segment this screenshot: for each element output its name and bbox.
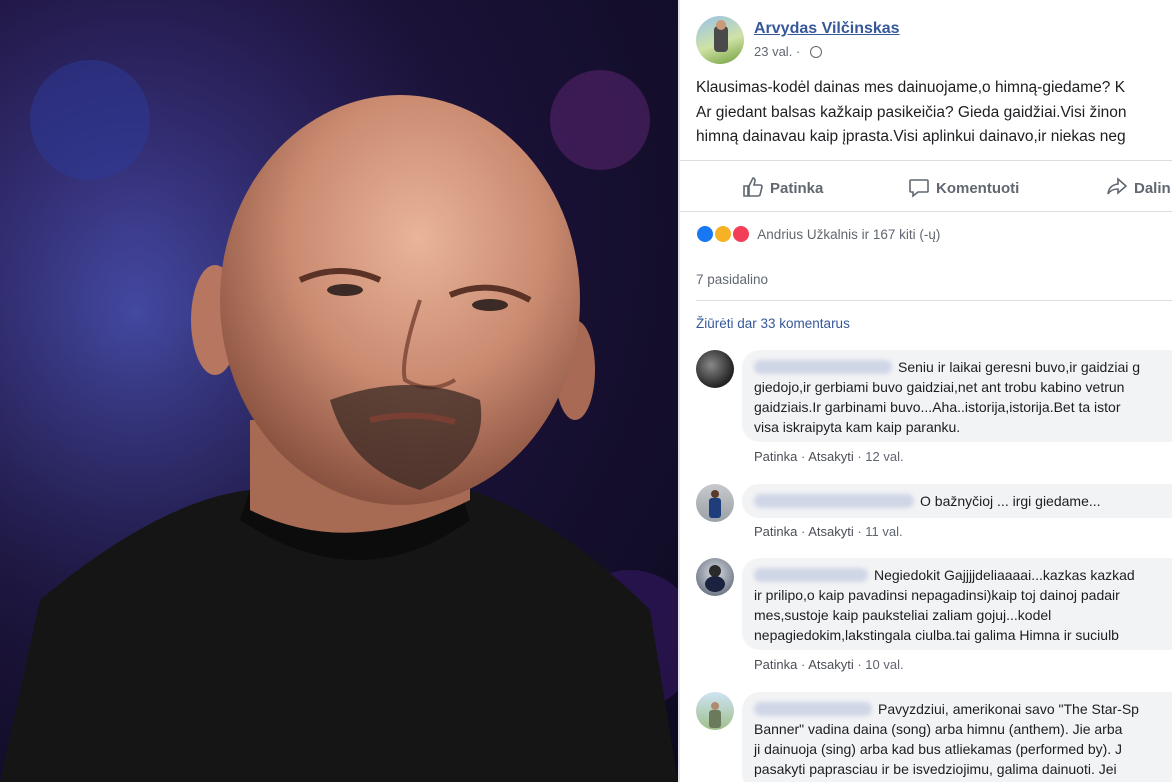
comment-text: O bažnyčioj ... irgi giedame... [920,493,1101,509]
comment-text: visa iskraipyta kam kaip paranku. [754,419,961,435]
commenter-name-blurred[interactable] [754,568,868,582]
comment-actions: Patinka · Atsakyti · 10 val. [754,657,904,672]
comment-time[interactable]: 12 val. [865,449,903,464]
globe-icon [809,46,822,58]
comment-text: giedojo,ir gerbiami buvo gaidziai,net an… [754,379,1125,395]
post-time[interactable]: 23 val. [754,44,792,59]
post-actions: Patinka Komentuoti Dalin [680,160,1172,212]
post-meta: 23 val. · [754,44,822,59]
comment-icon [909,179,929,198]
like-reaction-icon [696,225,714,243]
post-body: Klausimas-kodėl dainas mes dainuojame,o … [696,76,1172,150]
separator: · [795,44,804,59]
comment-time[interactable]: 10 val. [865,657,903,672]
comment-bubble: Negiedokit Gajjjjdeliaaaai...kazkas kazk… [742,558,1172,650]
comment-reply-link[interactable]: Atsakyti [808,449,854,464]
comment-text: Negiedokit Gajjjjdeliaaaai...kazkas kazk… [874,567,1135,583]
comment-button[interactable]: Komentuoti [908,176,1019,198]
comment-bubble: Seniu ir laikai geresni buvo,ir gaidziai… [742,350,1172,442]
commenter-name-blurred[interactable] [754,702,872,716]
comment-actions: Patinka · Atsakyti · 11 val. [754,524,903,539]
divider [696,300,1172,301]
commenter-name-blurred[interactable] [754,360,892,374]
comment-like-link[interactable]: Patinka [754,524,797,539]
comment-text: ir prilipo,o kaip pavadinsi nepagadinsi)… [754,587,1120,603]
comment-text: ji dainuoja (sing) arba kad bus atliekam… [754,741,1123,757]
person-avatar-icon [709,490,721,518]
comment-text: gaidziais.Ir garbinami buvo...Aha..istor… [754,399,1121,415]
comment-reply-link[interactable]: Atsakyti [808,524,854,539]
comment-text: Pavyzdziui, amerikonai savo "The Star-Sp [878,701,1139,717]
haha-reaction-icon [713,225,732,243]
facebook-post: Arvydas Vilčinskas 23 val. · Klausimas-k… [678,0,1172,782]
share-button[interactable]: Dalin [1106,176,1171,198]
love-reaction-icon [731,225,750,243]
comment-reply-link[interactable]: Atsakyti [808,657,854,672]
view-more-comments-link[interactable]: Žiūrėti dar 33 komentarus [696,316,850,331]
author-name[interactable]: Arvydas Vilčinskas [754,20,900,38]
author-avatar[interactable] [696,16,744,64]
like-button[interactable]: Patinka [742,176,823,198]
person-avatar-icon [714,20,728,52]
post-body-line: himną dainavau kaip įprasta.Visi aplinku… [696,128,1126,145]
reactions-summary[interactable]: Andrius Užkalnis ir 167 kiti (-ų) [696,225,940,247]
commenter-avatar[interactable] [696,484,734,522]
person-avatar-icon [709,702,721,728]
commenter-avatar[interactable] [696,350,734,388]
post-header: Arvydas Vilčinskas 23 val. · [696,16,1172,64]
comment-text: mes,sustoje kaip pauksteliai zaliam goju… [754,607,1052,623]
like-label: Patinka [770,180,824,197]
thumbs-up-icon [743,177,763,197]
post-photo [0,0,678,782]
comment-text: Banner" vadina daina (song) arba himnu (… [754,721,1123,737]
commenter-avatar[interactable] [696,558,734,596]
commenter-name-blurred[interactable] [754,494,914,508]
comment-text: Seniu ir laikai geresni buvo,ir gaidziai… [898,359,1141,375]
shares-count[interactable]: 7 pasidalino [696,272,768,287]
post-body-line: Klausimas-kodėl dainas mes dainuojame,o … [696,79,1126,96]
person-avatar-icon [705,565,725,592]
comment-label: Komentuoti [936,180,1020,197]
comment-like-link[interactable]: Patinka [754,449,797,464]
share-label: Dalin [1134,180,1171,197]
post-body-line: Ar giedant balsas kažkaip pasikeičia? Gi… [696,103,1127,121]
comment-bubble: O bažnyčioj ... irgi giedame... [742,484,1172,518]
comment-bubble: Pavyzdziui, amerikonai savo "The Star-Sp… [742,692,1172,782]
share-icon [1107,177,1128,195]
comment-text: pasakyti paprasciau ir be isvedziojimu, … [754,761,1117,777]
man-portrait-image [0,0,678,782]
comment-time[interactable]: 11 val. [865,524,902,539]
comment-actions: Patinka · Atsakyti · 12 val. [754,449,904,464]
comment-text: nepagiedokim,lakstingala ciulba.tai gali… [754,627,1119,643]
commenter-avatar[interactable] [696,692,734,730]
comment-like-link[interactable]: Patinka [754,657,797,672]
reactions-text: Andrius Užkalnis ir 167 kiti (-ų) [757,227,941,242]
